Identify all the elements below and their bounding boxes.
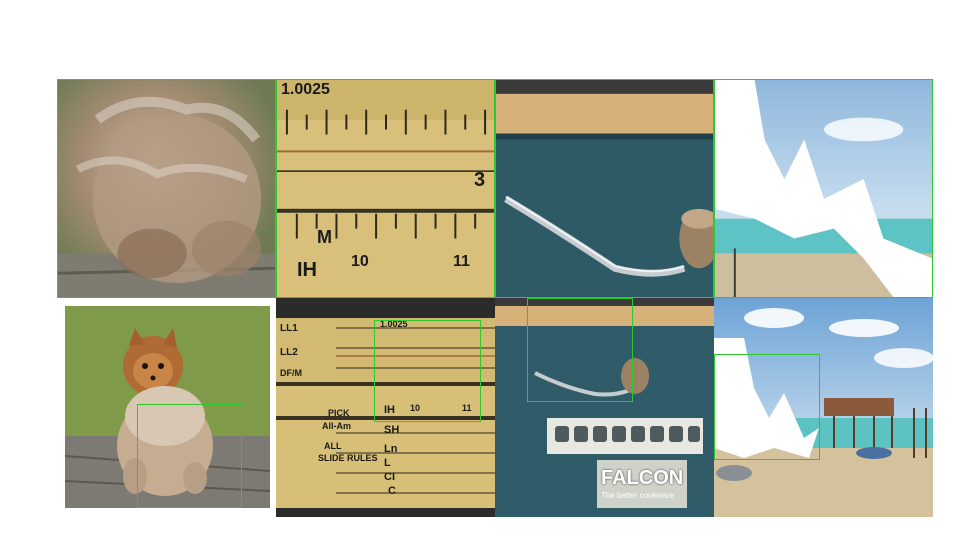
ruler-c-label: C: [388, 485, 396, 497]
ruler-slide-rules-label: SLIDE RULES: [318, 453, 378, 463]
beach-zoom-crop: [714, 79, 933, 298]
ruler-ll1-label: LL1: [280, 323, 298, 334]
ruler-full-11: 11: [462, 403, 472, 413]
ruler-zoom-crop: 1.0025 3 M IH 10 11: [276, 79, 495, 298]
ruler-zoom-10: 10: [351, 253, 369, 270]
ruler-zoom-number: 1.0025: [281, 81, 330, 98]
falcon-tagline-text: The better cookware: [601, 491, 674, 500]
ruler-zoom-scale-ih: IH: [297, 259, 317, 281]
beach-zoom-image: [715, 80, 932, 297]
dog-zoom-image: [58, 80, 275, 297]
ruler-all-am-label: All-Am: [322, 421, 351, 431]
ruler-pick-label: PICK: [328, 408, 350, 418]
ruler-sh-label: SH: [384, 424, 400, 436]
ruler-zoom-scale-m: M: [317, 227, 332, 247]
ruler-ci-label: CI: [384, 471, 395, 483]
falcon-brand-text: FALCON: [601, 467, 684, 489]
ruler-full-image-panel: LL1 LL2 DF/M 1.0025 PICK All-Am ALL SLID…: [276, 298, 495, 517]
ruler-ll2-label: LL2: [280, 347, 298, 358]
falcon-full-image-panel: FALCON The better cookware: [495, 298, 714, 517]
ruler-full-top-number: 1.0025: [380, 319, 408, 329]
falcon-zoom-image: [496, 80, 713, 297]
ruler-ln-label: Ln: [384, 443, 398, 455]
dog-full-image: [65, 306, 270, 508]
dog-full-image-panel: [65, 306, 270, 508]
dog-zoom-crop: [57, 79, 276, 298]
ruler-zoom-right-number: 3: [474, 169, 486, 191]
comparison-grid: 1.0025 3 M IH 10 11 LL1 LL2 DF/M 1.0025 …: [57, 79, 933, 517]
ruler-l-label: L: [384, 457, 391, 469]
ruler-full-10: 10: [410, 403, 421, 413]
falcon-zoom-crop: [495, 79, 714, 298]
beach-full-image: [714, 298, 933, 517]
beach-full-image-panel: [714, 298, 933, 517]
ruler-dfm-label: DF/M: [280, 368, 302, 378]
ruler-ih-label: IH: [384, 404, 395, 416]
ruler-all-label: ALL: [324, 441, 342, 451]
ruler-zoom-11: 11: [453, 253, 470, 270]
